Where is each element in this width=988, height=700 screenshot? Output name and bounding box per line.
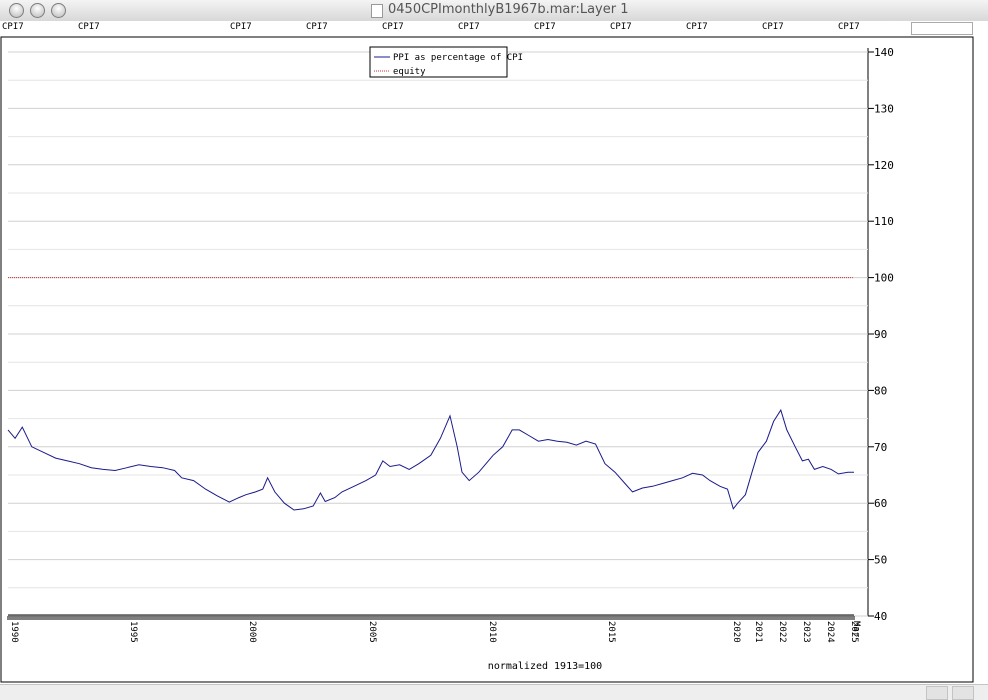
x-axis-ticks — [7, 616, 855, 620]
scroll-left-button[interactable] — [926, 686, 948, 700]
x-tick-label: 2024 — [825, 621, 835, 643]
y-tick-label: 120 — [874, 159, 894, 172]
plot-frame — [0, 36, 974, 683]
x-tick-label: 2010 — [487, 621, 497, 643]
series-line — [7, 408, 854, 511]
legend-label: PPI as percentage of CPI — [393, 53, 523, 63]
scroll-right-button[interactable] — [952, 686, 974, 700]
x-tick-label: 2015 — [606, 621, 616, 643]
x-tick-label: 2020 — [731, 621, 741, 643]
legend-label: equity — [393, 67, 426, 77]
y-tick-label: 130 — [874, 102, 894, 115]
y-tick-label: 70 — [874, 441, 887, 454]
chart-area: 40 50 60 70 80 90 100 110 120 130 140 1990 1995 2000 2… — [0, 36, 974, 683]
x-tick-label: 2022 — [777, 621, 787, 643]
horizontal-scrollbar[interactable] — [0, 684, 988, 700]
x-tick-label: 2023 — [801, 621, 811, 643]
y-tick-label: 100 — [874, 272, 894, 285]
y-tick-label: 50 — [874, 554, 887, 567]
x-tick-label: 2000 — [247, 621, 257, 643]
y-tick-label: 80 — [874, 384, 887, 397]
x-axis-title: normalized 1913=100 — [488, 661, 602, 672]
x-tick-label: 1990 — [9, 621, 19, 643]
y-tick-label: 40 — [874, 610, 887, 623]
x-tick-label: 1995 — [128, 621, 138, 643]
y-tick-label: 110 — [874, 215, 894, 228]
x-tick-label: 2005 — [367, 621, 377, 643]
x-tick-label: Mar — [851, 621, 861, 638]
y-tick-label: 60 — [874, 497, 887, 510]
y-tick-label: 140 — [874, 46, 894, 59]
x-tick-label: 2021 — [753, 621, 763, 643]
y-tick-label: 90 — [874, 328, 887, 341]
